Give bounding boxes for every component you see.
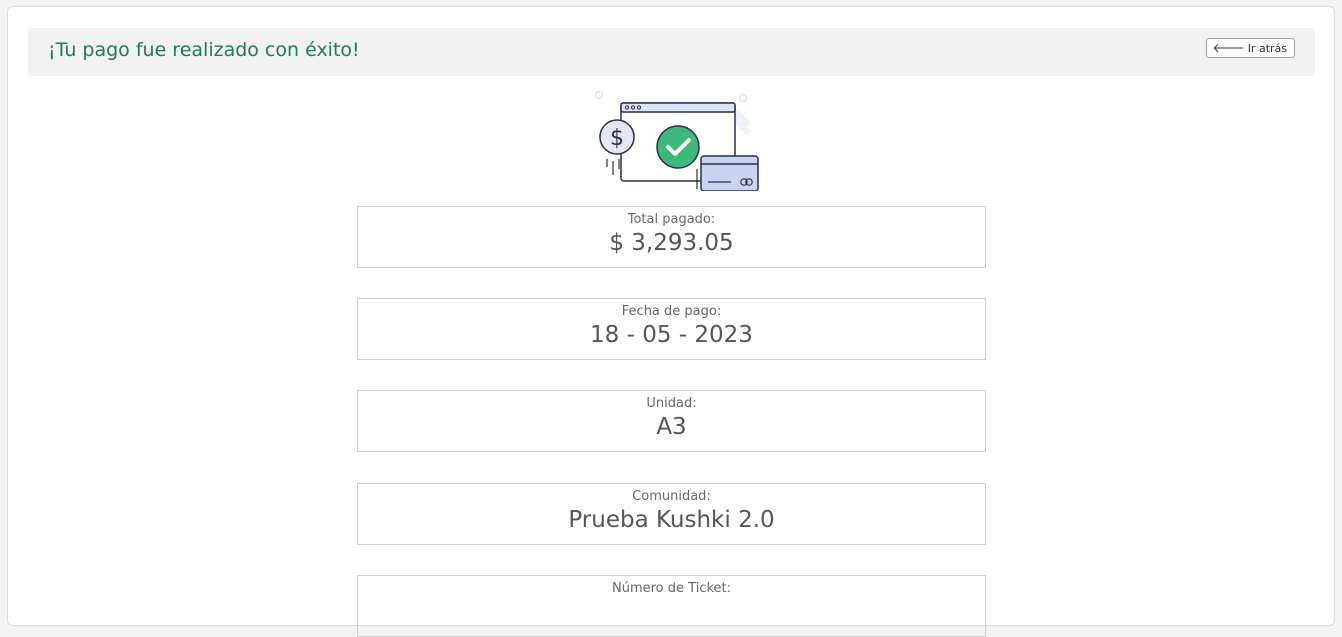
unit-value: A3 xyxy=(656,414,687,440)
payment-success-illustration: $ xyxy=(594,90,759,191)
decor-dot-icon xyxy=(738,93,748,103)
ticket-number-label: Número de Ticket: xyxy=(612,581,731,596)
page-title: ¡Tu pago fue realizado con éxito! xyxy=(48,39,360,61)
back-button-label: Ir atrás xyxy=(1247,41,1287,55)
decor-dot-icon xyxy=(594,90,604,100)
success-header: ¡Tu pago fue realizado con éxito! 🡐 Ir a… xyxy=(28,28,1315,76)
payment-date-value: 18 - 05 - 2023 xyxy=(590,322,753,348)
payment-date-label: Fecha de pago: xyxy=(621,304,722,319)
total-paid-label: Total pagado: xyxy=(627,212,716,227)
arrow-left-icon: 🡐 xyxy=(1212,41,1245,55)
back-button[interactable]: 🡐 Ir atrás xyxy=(1205,38,1295,58)
payment-success-card: ¡Tu pago fue realizado con éxito! 🡐 Ir a… xyxy=(7,6,1335,637)
total-paid-box: Total pagado: $ 3,293.05 xyxy=(357,206,986,268)
payment-date-box: Fecha de pago: 18 - 05 - 2023 xyxy=(357,298,986,360)
community-value: Prueba Kushki 2.0 xyxy=(568,507,775,533)
community-label: Comunidad: xyxy=(632,489,711,504)
decor-chevron-icon xyxy=(732,108,752,136)
credit-card-icon xyxy=(696,155,759,191)
check-circle-icon xyxy=(656,125,700,169)
ticket-number-box: Número de Ticket: xyxy=(357,575,986,637)
svg-text:$: $ xyxy=(610,126,624,151)
unit-label: Unidad: xyxy=(646,396,697,411)
community-box: Comunidad: Prueba Kushki 2.0 xyxy=(357,483,986,545)
unit-box: Unidad: A3 xyxy=(357,390,986,452)
total-paid-value: $ 3,293.05 xyxy=(609,230,734,256)
